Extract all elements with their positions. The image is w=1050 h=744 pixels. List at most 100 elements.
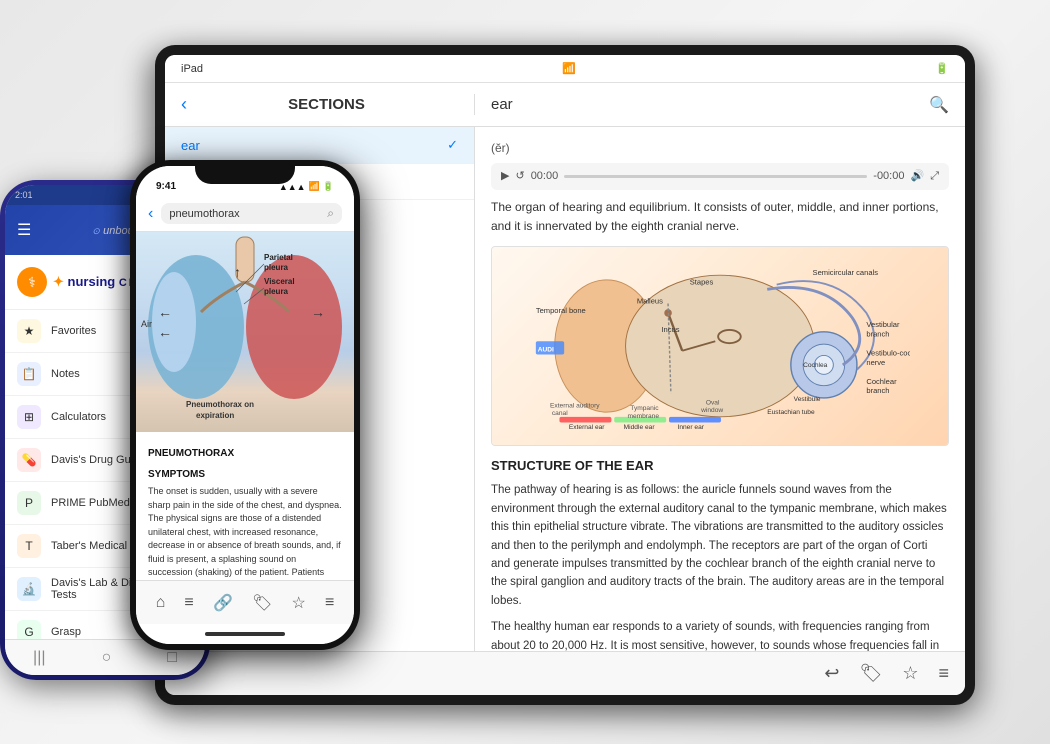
svg-text:↑: ↑: [234, 264, 241, 280]
svg-text:Incus: Incus: [661, 325, 679, 334]
audio-progress-bar[interactable]: [564, 175, 867, 178]
phone-battery-icon: 🔋: [323, 181, 334, 192]
sidebar-item-ear-label: ear: [181, 138, 200, 153]
tablet-content-title: ear: [491, 96, 513, 113]
svg-text:Vestibule: Vestibule: [794, 396, 821, 403]
symptoms-text: The onset is sudden, usually with a seve…: [148, 485, 342, 580]
svg-text:Pneumothorax on: Pneumothorax on: [186, 400, 254, 409]
phone-wifi-icon: 📶: [309, 181, 320, 192]
phone-tag-icon[interactable]: 🏷: [252, 593, 272, 613]
phone-list-icon[interactable]: ≡: [184, 594, 193, 612]
hamburger-icon[interactable]: ☰: [17, 220, 31, 240]
svg-text:branch: branch: [866, 386, 889, 395]
svg-text:Cochlear: Cochlear: [866, 377, 897, 386]
phone-star-icon[interactable]: ☆: [292, 593, 306, 613]
phone-home-icon[interactable]: ○: [102, 649, 112, 667]
svg-text:Semicircular canals: Semicircular canals: [813, 268, 879, 277]
tablet-search-icon[interactable]: 🔍: [929, 95, 949, 115]
main-phone-device: 9:41 ▲▲▲ 📶 🔋 ‹ pneumothorax ⌕: [130, 160, 360, 650]
phone-home-indicator: [136, 624, 354, 644]
svg-text:Tympanic: Tympanic: [630, 405, 659, 412]
pneumothorax-svg: ← ← → ↑ Parietal pleura Visceral pleura: [136, 232, 354, 432]
svg-text:pleura: pleura: [264, 287, 289, 296]
scene: iPad 📶 🔋 ‹ SECTIONS ear 🔍: [0, 0, 1050, 744]
small-phone-time: 2:01: [15, 190, 33, 200]
tablet-structure-text: The pathway of hearing is as follows: th…: [491, 481, 949, 610]
ear-diagram-image: Temporal bone Stapes Semicircular canals…: [492, 247, 948, 445]
phone-lines-icon[interactable]: |||: [33, 649, 45, 667]
tablet-tag-icon[interactable]: 🏷: [859, 663, 882, 684]
volume-icon[interactable]: 🔊: [910, 168, 924, 185]
expand-icon[interactable]: ⤢: [930, 168, 939, 185]
phone-search-bar[interactable]: pneumothorax ⌕: [161, 203, 342, 224]
sidebar-item-ear[interactable]: ear ✓: [165, 127, 474, 164]
phone-notch: [195, 160, 295, 184]
phone-content: ← ← → ↑ Parietal pleura Visceral pleura: [136, 232, 354, 580]
tablet-structure-heading: STRUCTURE OF THE EAR: [491, 456, 949, 476]
svg-text:nerve: nerve: [866, 358, 885, 367]
tablet-description: The organ of hearing and equilibrium. It…: [491, 198, 949, 236]
svg-text:Eustachian tube: Eustachian tube: [767, 409, 815, 416]
tablet-healthy-ear-text: The healthy human ear responds to a vari…: [491, 618, 949, 651]
svg-text:External auditory: External auditory: [550, 402, 600, 409]
svg-text:Cochlea: Cochlea: [803, 362, 828, 369]
svg-text:Middle ear: Middle ear: [624, 424, 656, 431]
phone-search-icon[interactable]: ⌕: [327, 206, 334, 221]
notes-icon: 📋: [17, 362, 41, 386]
ear-diagram-svg: Temporal bone Stapes Semicircular canals…: [530, 261, 910, 431]
phone-nav: ‹ pneumothorax ⌕: [136, 196, 354, 232]
drug-guide-icon: 💊: [17, 448, 41, 472]
svg-text:pleura: pleura: [264, 263, 289, 272]
tablet-audio-bar[interactable]: ▶ ↺ 00:00 -00:00 🔊 ⤢: [491, 163, 949, 190]
grasp-icon: G: [17, 620, 41, 639]
svg-text:branch: branch: [866, 329, 889, 338]
audio-time-start: 00:00: [531, 168, 559, 185]
svg-text:expiration: expiration: [196, 411, 234, 420]
pneumothorax-heading: PNEUMOTHORAX: [148, 446, 342, 461]
tablet-nav-right: ear 🔍: [475, 95, 965, 115]
svg-text:Malleus: Malleus: [637, 296, 663, 305]
svg-text:window: window: [700, 407, 723, 414]
svg-text:→: →: [311, 304, 325, 320]
svg-text:Visceral: Visceral: [264, 277, 295, 286]
svg-text:←: ←: [158, 324, 172, 340]
tablet-back-button[interactable]: ‹: [181, 94, 187, 115]
phone-back-button[interactable]: ‹: [148, 205, 153, 223]
phone-home-btn[interactable]: ⌂: [156, 594, 166, 612]
phone-menu-icon[interactable]: ≡: [325, 594, 334, 612]
favorites-icon: ★: [17, 319, 41, 343]
phone-screen: 9:41 ▲▲▲ 📶 🔋 ‹ pneumothorax ⌕: [136, 166, 354, 644]
phone-back-icon[interactable]: □: [167, 649, 177, 667]
tablet-nav-left: ‹ SECTIONS: [165, 94, 475, 115]
tablet-share-icon[interactable]: ↩: [824, 663, 839, 684]
tabers-icon: T: [17, 534, 41, 558]
tablet-status-left: iPad: [181, 63, 203, 75]
svg-text:Stapes: Stapes: [690, 277, 714, 286]
tablet-bottom-bar: ↩ 🏷 ☆ ≡: [165, 651, 965, 695]
calculators-label: Calculators: [51, 411, 106, 423]
tablet-sections-title: SECTIONS: [195, 96, 458, 113]
symptoms-heading: SYMPTOMS: [148, 467, 342, 482]
tablet-favorite-icon[interactable]: ☆: [902, 663, 918, 684]
tablet-main-content: (ĕr) ▶ ↺ 00:00 -00:00 🔊 ⤢ The organ of h…: [475, 127, 965, 651]
svg-text:Air: Air: [141, 319, 152, 329]
tablet-nav-bar: ‹ SECTIONS ear 🔍: [165, 83, 965, 127]
phone-time: 9:41: [156, 181, 176, 192]
svg-text:Inner ear: Inner ear: [678, 424, 705, 431]
repeat-icon[interactable]: ↺: [515, 168, 524, 185]
check-icon: ✓: [447, 137, 458, 153]
phone-link-icon[interactable]: 🔗: [213, 593, 233, 613]
svg-text:Vestibular: Vestibular: [866, 320, 900, 329]
svg-text:canal: canal: [552, 410, 568, 417]
pneumothorax-image: ← ← → ↑ Parietal pleura Visceral pleura: [136, 232, 354, 432]
nursing-title: nursing: [68, 274, 116, 289]
play-icon[interactable]: ▶: [501, 168, 509, 185]
pubmed-icon: P: [17, 491, 41, 515]
tablet-menu-icon[interactable]: ≡: [938, 663, 949, 684]
svg-text:Vestibulo-cochlear: Vestibulo-cochlear: [866, 348, 910, 357]
favorites-label: Favorites: [51, 325, 96, 337]
tablet-ear-diagram: Temporal bone Stapes Semicircular canals…: [491, 246, 949, 446]
tablet-phonetic: (ĕr): [491, 139, 949, 157]
svg-text:External ear: External ear: [569, 424, 605, 431]
phone-text-content: PNEUMOTHORAX SYMPTOMS The onset is sudde…: [136, 432, 354, 580]
